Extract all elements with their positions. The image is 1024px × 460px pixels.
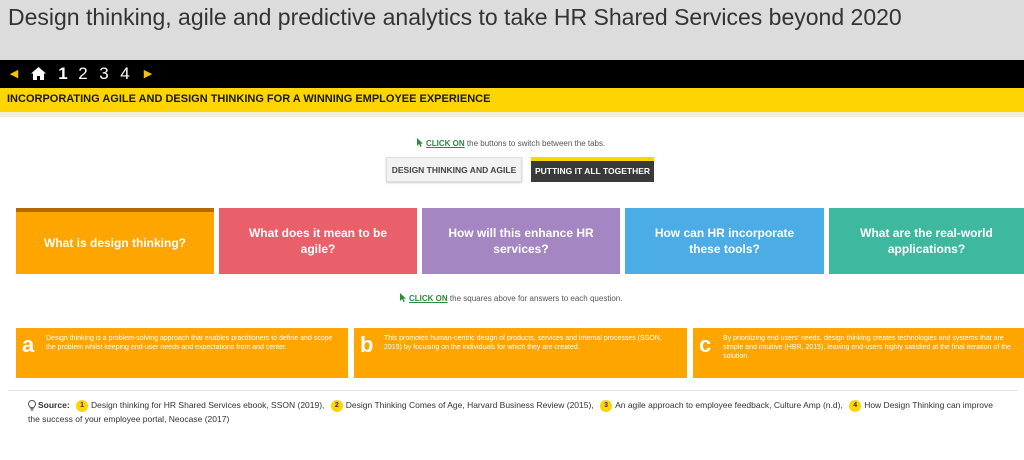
nav-page-4[interactable]: 4: [118, 60, 132, 88]
nav-page-3[interactable]: 3: [97, 60, 111, 88]
source-item: Design Thinking Comes of Age, Harvard Bu…: [345, 400, 594, 410]
tabs-hint-text: the buttons to switch between the tabs.: [464, 139, 606, 148]
source-number-badge: 4: [849, 399, 862, 412]
squares-hint: CLICK ON the squares above for answers t…: [400, 293, 622, 303]
answer-letter: a: [22, 332, 35, 357]
home-icon[interactable]: [28, 60, 48, 88]
cursor-icon: [417, 138, 423, 147]
section-title: INCORPORATING AGILE AND DESIGN THINKING …: [7, 93, 491, 105]
answer-card-c[interactable]: c By prioritizing end users' needs, desi…: [693, 328, 1024, 378]
question-card-agile[interactable]: What does it mean to be agile?: [219, 208, 417, 274]
page-nav: ◀ 1 2 3 4 ▶: [0, 60, 1024, 88]
nav-page-1[interactable]: 1: [56, 60, 70, 88]
question-card-incorporate-tools[interactable]: How can HR incorporate these tools?: [625, 208, 824, 274]
divider: [8, 390, 1018, 391]
source-number-badge: 1: [76, 399, 89, 412]
page-title: Design thinking, agile and predictive an…: [8, 4, 902, 30]
answer-letter: c: [699, 332, 712, 357]
answer-card-a[interactable]: a Design thinking is a problem-solving a…: [16, 328, 348, 378]
question-card-design-thinking[interactable]: What is design thinking?: [16, 208, 214, 274]
tabs-hint: CLICK ON the buttons to switch between t…: [417, 138, 605, 148]
squares-hint-click: CLICK ON: [409, 294, 448, 303]
answer-text: This promotes human-centric design of pr…: [384, 335, 662, 351]
nav-page-2[interactable]: 2: [76, 60, 90, 88]
answer-letter: b: [360, 332, 374, 357]
prev-page-icon[interactable]: ◀: [8, 60, 20, 88]
question-card-real-world[interactable]: What are the real-world applications?: [829, 208, 1024, 274]
answer-card-b[interactable]: b This promotes human-centric design of …: [354, 328, 687, 378]
source-item: Design thinking for HR Shared Services e…: [91, 400, 325, 410]
section-header: INCORPORATING AGILE AND DESIGN THINKING …: [0, 88, 1024, 117]
next-page-icon[interactable]: ▶: [142, 60, 154, 88]
source-label: Source:: [38, 400, 70, 410]
lightbulb-icon: [28, 400, 36, 411]
tab-design-thinking-and-agile[interactable]: DESIGN THINKING AND AGILE: [386, 157, 522, 182]
answer-text: Design thinking is a problem-solving app…: [46, 335, 333, 351]
source-number-badge: 3: [600, 399, 613, 412]
tab-putting-it-all-together[interactable]: PUTTING IT ALL TOGETHER: [531, 157, 654, 182]
tabs-hint-click: CLICK ON: [426, 139, 465, 148]
answer-text: By prioritizing end users' needs, design…: [723, 335, 1011, 360]
title-bar: Design thinking, agile and predictive an…: [0, 0, 1024, 60]
source-item: An agile approach to employee feedback, …: [615, 400, 843, 410]
source-list: Source: 1 Design thinking for HR Shared S…: [28, 398, 998, 426]
cursor-icon: [400, 293, 406, 302]
source-number-badge: 2: [330, 399, 343, 412]
question-card-enhance-hr[interactable]: How will this enhance HR services?: [422, 208, 620, 274]
squares-hint-text: the squares above for answers to each qu…: [447, 294, 623, 303]
